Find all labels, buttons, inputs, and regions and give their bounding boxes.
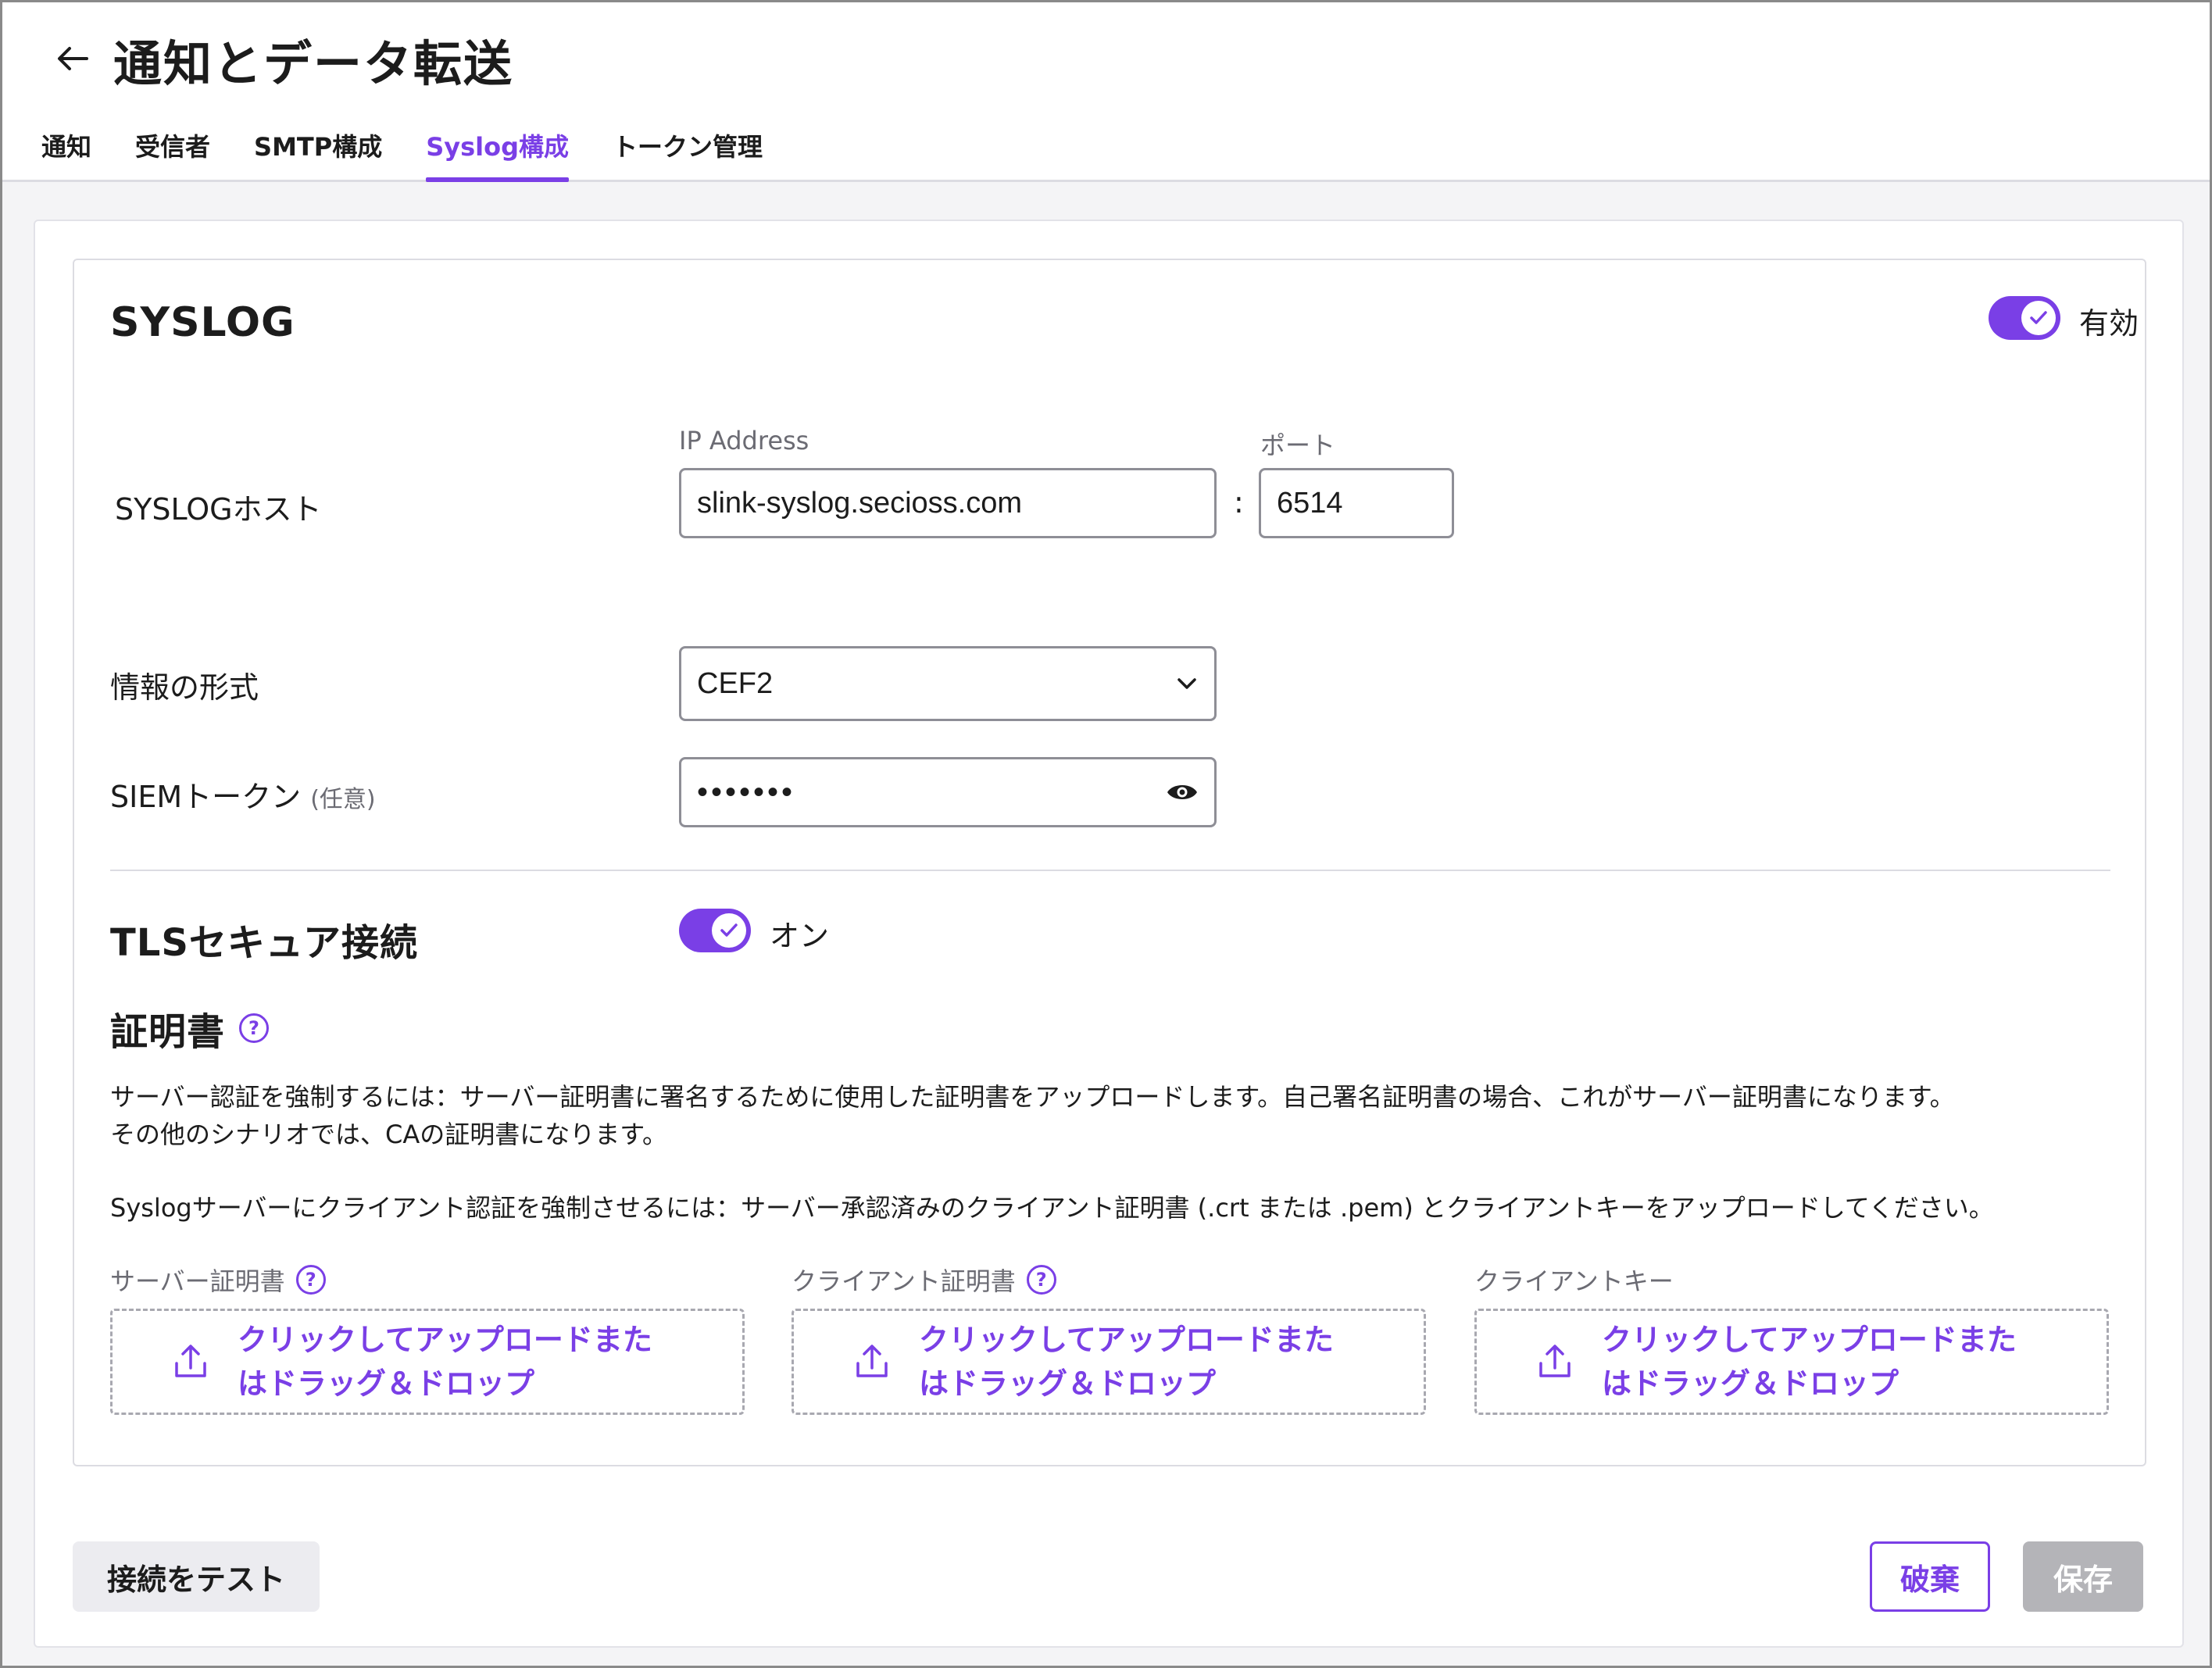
server-cert-dropzone[interactable]: クリックしてアップロードまた はドラッグ＆ドロップ — [110, 1309, 745, 1415]
certificate-help-icon[interactable]: ? — [239, 1013, 270, 1043]
toggle-knob — [712, 913, 746, 948]
format-select[interactable]: CEF2 — [679, 646, 1217, 721]
client-cert-label-group: クライアント証明書 ? — [792, 1262, 1056, 1298]
tab-smtp-config[interactable]: SMTP構成 — [254, 129, 382, 182]
syslog-enabled-toggle[interactable] — [1989, 296, 2060, 340]
server-cert-label-group: サーバー証明書 ? — [110, 1262, 326, 1298]
format-label: 情報の形式 — [110, 670, 259, 705]
discard-button[interactable]: 破棄 — [1870, 1541, 1990, 1612]
tls-toggle-label: オン — [770, 919, 830, 953]
client-key-label-group: クライアントキー — [1474, 1262, 1674, 1298]
certificate-desc-line3: Syslogサーバーにクライアント認証を強制させるには：サーバー承認済みのクライ… — [110, 1193, 1994, 1223]
test-connection-button[interactable]: 接続をテスト — [73, 1541, 320, 1612]
tab-bar: 通知 受信者 SMTP構成 Syslog構成 トークン管理 — [41, 129, 806, 182]
siem-token-value: ••••••• — [697, 774, 796, 809]
page-header: 通知とデータ転送 通知 受信者 SMTP構成 Syslog構成 トークン管理 — [2, 2, 2210, 182]
client-key-label: クライアントキー — [1474, 1266, 1674, 1296]
client-cert-dropzone[interactable]: クリックしてアップロードまた はドラッグ＆ドロップ — [792, 1309, 1426, 1415]
save-button[interactable]: 保存 — [2023, 1541, 2143, 1612]
upload-icon — [1539, 1345, 1571, 1377]
format-value: CEF2 — [697, 666, 774, 700]
ip-address-value: slink-syslog.secioss.com — [697, 486, 1022, 520]
tls-toggle[interactable] — [679, 909, 751, 952]
certificate-heading: 証明書 ? — [110, 1001, 270, 1055]
siem-token-input[interactable]: ••••••• — [679, 757, 1217, 827]
upload-icon — [856, 1345, 888, 1377]
client-key-dropzone-text: クリックしてアップロードまた はドラッグ＆ドロップ — [1602, 1323, 2017, 1401]
port-label: ポート — [1260, 430, 1336, 460]
client-key-dropzone[interactable]: クリックしてアップロードまた はドラッグ＆ドロップ — [1474, 1309, 2109, 1415]
server-cert-dropzone-text: クリックしてアップロードまた はドラッグ＆ドロップ — [238, 1323, 652, 1401]
syslog-enabled-label: 有効 — [2079, 306, 2139, 341]
host-port-separator: : — [1234, 485, 1244, 520]
tls-title: TLSセキュア接続 — [110, 921, 418, 965]
tab-recipients[interactable]: 受信者 — [135, 129, 210, 182]
toggle-knob — [2021, 301, 2056, 335]
chevron-down-icon — [1177, 678, 1196, 689]
port-input[interactable]: 6514 — [1259, 468, 1454, 538]
siem-token-optional: (任意) — [310, 786, 376, 813]
tab-syslog-config[interactable]: Syslog構成 — [426, 129, 569, 182]
client-cert-help-icon[interactable]: ? — [1026, 1265, 1056, 1295]
back-button[interactable] — [49, 35, 96, 82]
certificate-desc-line2: その他のシナリオでは、CAの証明書になります。 — [110, 1120, 668, 1149]
page-title: 通知とデータ転送 — [113, 35, 514, 92]
certificate-desc-line1: サーバー認証を強制するには：サーバー証明書に署名するために使用した証明書をアップ… — [110, 1082, 1955, 1112]
syslog-title: SYSLOG — [110, 299, 295, 346]
upload-icon — [175, 1345, 206, 1377]
check-icon — [720, 923, 738, 937]
client-cert-dropzone-text: クリックしてアップロードまた はドラッグ＆ドロップ — [919, 1323, 1334, 1401]
syslog-card: SYSLOG 有効 IP Address ポート SYSLOGホスト slink… — [73, 259, 2146, 1466]
server-cert-label: サーバー証明書 — [110, 1266, 285, 1296]
siem-token-label: SIEMトークン (任意) — [110, 780, 376, 814]
eye-icon[interactable] — [1166, 780, 1199, 804]
check-icon — [2030, 311, 2047, 324]
section-divider — [110, 870, 2110, 871]
ip-address-input[interactable]: slink-syslog.secioss.com — [679, 468, 1217, 538]
port-value: 6514 — [1277, 486, 1343, 520]
certificate-title: 証明書 — [110, 1010, 226, 1054]
settings-panel: SYSLOG 有効 IP Address ポート SYSLOGホスト slink… — [34, 220, 2184, 1648]
app-window: 通知とデータ転送 通知 受信者 SMTP構成 Syslog構成 トークン管理 S… — [0, 0, 2212, 1668]
server-cert-help-icon[interactable]: ? — [295, 1265, 326, 1295]
arrow-left-icon — [58, 47, 88, 70]
tab-notifications[interactable]: 通知 — [41, 129, 91, 182]
tab-token-management[interactable]: トークン管理 — [613, 129, 763, 182]
ip-address-label: IP Address — [679, 426, 809, 455]
syslog-host-label: SYSLOGホスト — [115, 492, 322, 527]
client-cert-label: クライアント証明書 — [792, 1266, 1016, 1296]
